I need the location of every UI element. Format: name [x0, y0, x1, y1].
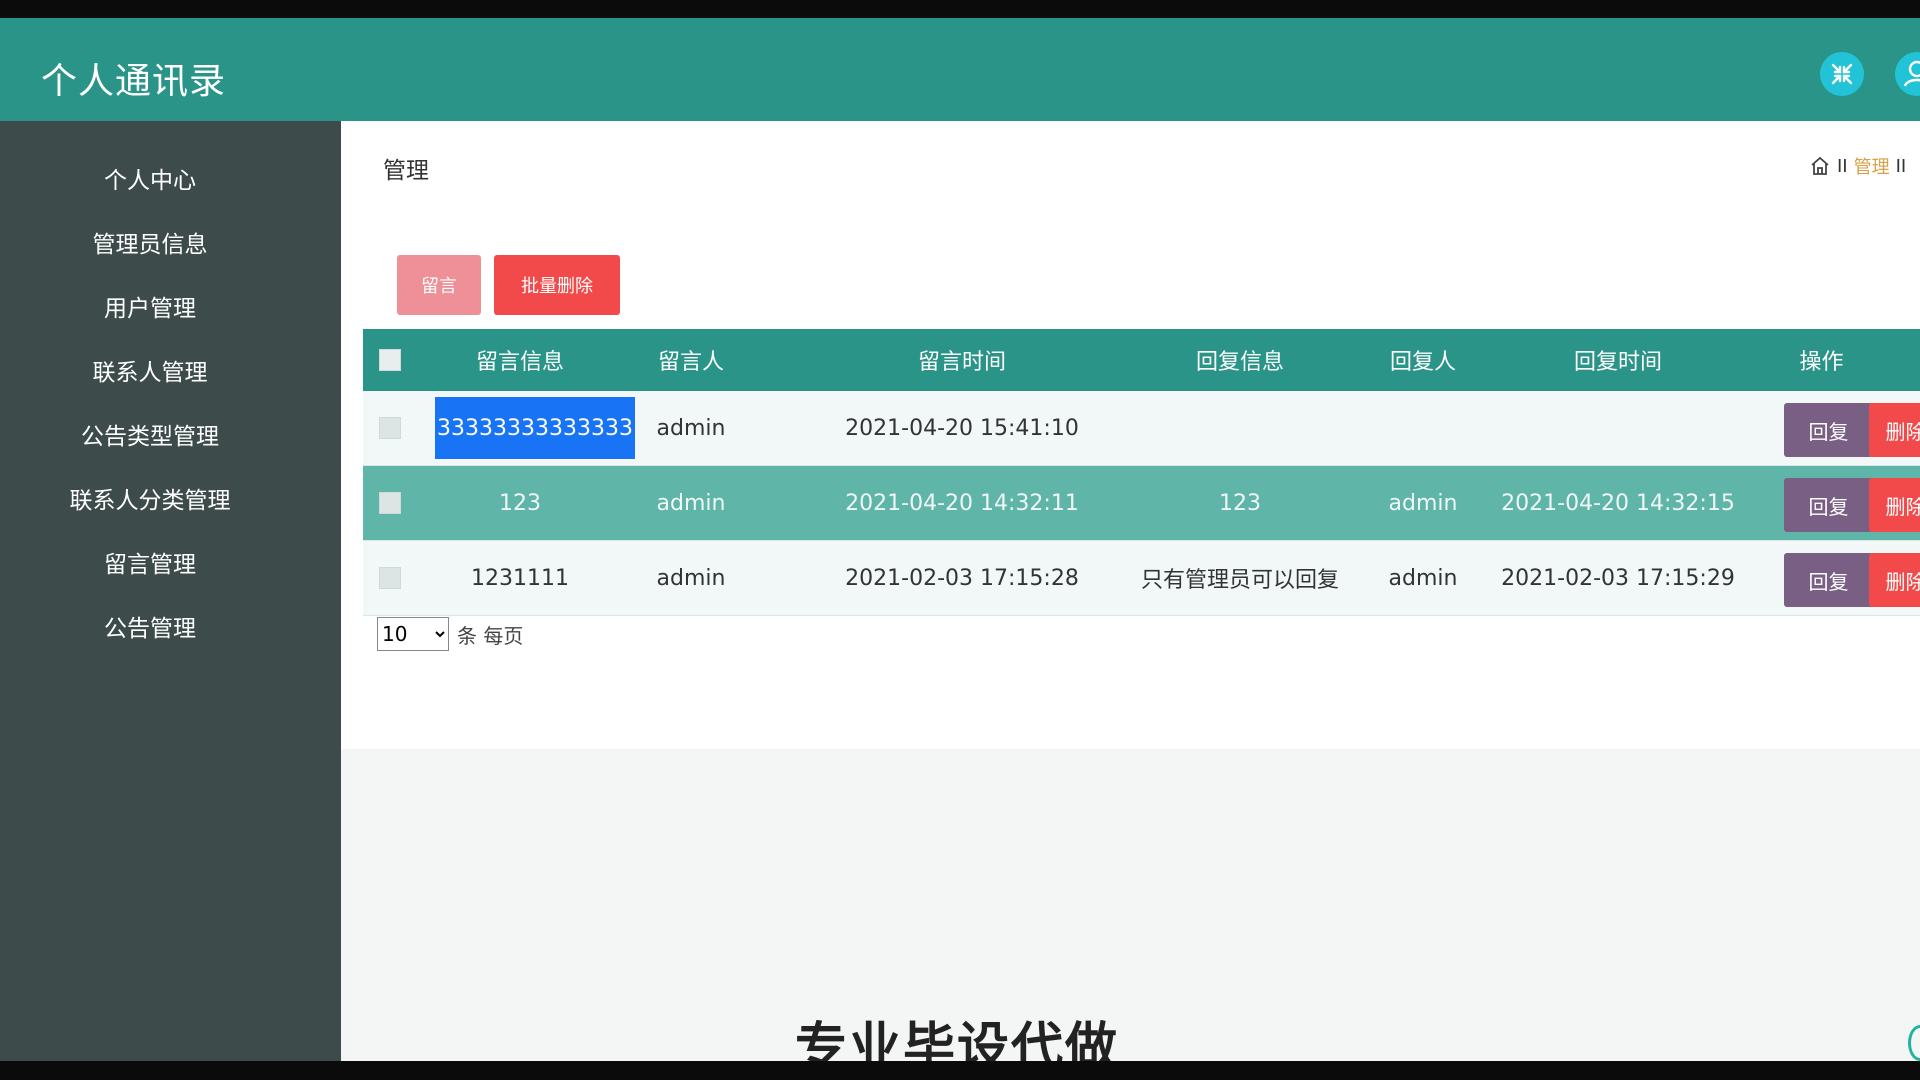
col-author: 留言人	[657, 350, 724, 375]
sidebar-item-message-management[interactable]: 留言管理	[0, 545, 300, 585]
cell-author: admin	[656, 565, 726, 591]
sidebar-item-admin-info[interactable]: 管理员信息	[0, 225, 300, 265]
col-time: 留言时间	[917, 350, 1006, 375]
add-message-button[interactable]: 留言	[397, 255, 481, 315]
reply-button[interactable]: 回复	[1784, 403, 1873, 457]
content-panel: 管理 II 管理 II 留言 批量删除 留言信息 留言人 留言时间 回复信息 回…	[341, 121, 1920, 749]
row-checkbox[interactable]	[379, 417, 401, 439]
col-reply: 回复信息	[1195, 350, 1284, 375]
breadcrumb-separator-2: II	[1895, 155, 1907, 177]
message-table: 留言信息 留言人 留言时间 回复信息 回复人 回复时间 操作 333333333…	[363, 329, 1920, 616]
app-title: 个人通讯录	[41, 61, 227, 102]
fullscreen-button[interactable]	[1820, 52, 1864, 96]
row-checkbox-cell	[363, 541, 417, 615]
watermark-text: 专业毕设代做	[795, 1018, 1120, 1061]
select-all-checkbox[interactable]	[379, 349, 401, 371]
reply-button[interactable]: 回复	[1784, 478, 1873, 532]
table-header: 留言信息 留言人 留言时间 回复信息 回复人 回复时间 操作	[363, 329, 1920, 391]
table-row: 33333333333333 admin 2021-04-20 15:41:10…	[363, 391, 1920, 466]
breadcrumb-current[interactable]: 管理	[1854, 153, 1890, 179]
page-size-suffix: 条 每页	[457, 623, 524, 648]
cell-reply: 只有管理员可以回复	[1141, 568, 1340, 593]
app-header: 个人通讯录	[0, 18, 1920, 121]
sidebar-item-contact-category-management[interactable]: 联系人分类管理	[0, 481, 300, 521]
cell-reply-time	[1513, 391, 1723, 465]
breadcrumb: II 管理 II	[1809, 153, 1906, 179]
sidebar-item-personal-center[interactable]: 个人中心	[0, 161, 300, 201]
row-checkbox-cell	[363, 466, 417, 540]
cell-message: 123	[499, 490, 541, 516]
delete-button[interactable]: 删除	[1869, 478, 1920, 532]
main-content: 管理 II 管理 II 留言 批量删除 留言信息 留言人 留言时间 回复信息 回…	[341, 121, 1920, 1061]
table-row: 1231111 admin 2021-02-03 17:15:28 只有管理员可…	[363, 541, 1920, 616]
cell-reply-time: 2021-02-03 17:15:29	[1501, 565, 1735, 591]
row-checkbox[interactable]	[379, 567, 401, 589]
cell-reply: 123	[1219, 490, 1261, 516]
fullscreen-exit-icon	[1831, 63, 1853, 85]
table-row: 123 admin 2021-04-20 14:32:11 123 admin …	[363, 466, 1920, 541]
pagination: 10 条 每页	[377, 617, 523, 651]
row-checkbox-cell	[363, 391, 417, 465]
breadcrumb-separator: II	[1837, 155, 1848, 177]
cell-author: admin	[656, 490, 726, 516]
cell-time: 2021-04-20 15:41:10	[845, 415, 1079, 441]
col-actions: 操作	[1799, 350, 1844, 375]
cell-reply-time: 2021-04-20 14:32:15	[1501, 490, 1735, 516]
home-icon[interactable]	[1809, 155, 1831, 177]
sidebar-item-notice-management[interactable]: 公告管理	[0, 609, 300, 649]
sidebar-item-user-management[interactable]: 用户管理	[0, 289, 300, 329]
cell-message: 33333333333333	[435, 391, 635, 465]
reply-button[interactable]: 回复	[1784, 553, 1873, 607]
batch-delete-button[interactable]: 批量删除	[494, 255, 620, 315]
sidebar: 个人中心 管理员信息 用户管理 联系人管理 公告类型管理 联系人分类管理 留言管…	[0, 121, 341, 1061]
row-checkbox[interactable]	[379, 492, 401, 514]
user-avatar-button[interactable]	[1895, 52, 1920, 96]
col-message: 留言信息	[475, 350, 564, 375]
cell-time: 2021-02-03 17:15:28	[845, 565, 1079, 591]
cell-reply	[1147, 391, 1333, 465]
cell-replier	[1333, 391, 1513, 465]
page-size-select[interactable]: 10	[377, 617, 449, 651]
sidebar-item-contact-management[interactable]: 联系人管理	[0, 353, 300, 393]
col-reply-time: 回复时间	[1573, 350, 1662, 375]
cell-replier: admin	[1388, 565, 1458, 591]
user-icon	[1903, 60, 1920, 87]
cell-time: 2021-04-20 14:32:11	[845, 490, 1079, 516]
cell-replier: admin	[1388, 490, 1458, 516]
sidebar-item-notice-type-management[interactable]: 公告类型管理	[0, 417, 300, 457]
col-replier: 回复人	[1389, 350, 1456, 375]
cell-message: 1231111	[471, 565, 569, 591]
delete-button[interactable]: 删除	[1869, 553, 1920, 607]
header-checkbox-cell	[363, 329, 417, 391]
delete-button[interactable]: 删除	[1869, 403, 1920, 457]
letterbox-bottom	[0, 1061, 1920, 1080]
letterbox-top	[0, 0, 1920, 18]
page-title: 管理	[383, 158, 429, 184]
cell-author: admin	[656, 415, 726, 441]
